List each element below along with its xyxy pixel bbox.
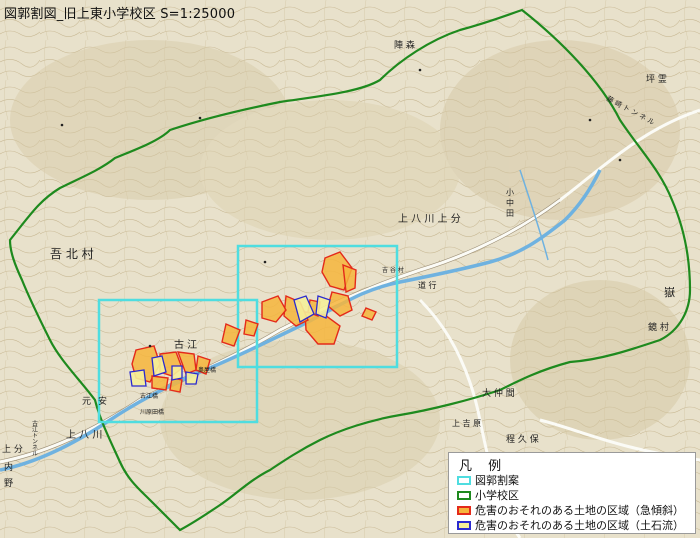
legend-item-debris-flow: 危害のおそれのある土地の区域（土石流） <box>457 517 684 533</box>
label-oshiro: 大 仲 間 <box>482 387 515 399</box>
red-orange-swatch-icon <box>457 506 471 515</box>
green-outline-swatch-icon <box>457 491 471 500</box>
label-kawanaka-bridge: 奥屋橋 <box>198 366 216 374</box>
label-kamibun: 上 分 <box>2 444 23 455</box>
label-gohoku: 吾 北 村 <box>50 247 94 261</box>
label-koe: 古 江 <box>174 338 197 351</box>
label-koe-tunnel: 古江トンネル <box>31 419 38 456</box>
label-furue-bridge: 古江橋 <box>140 392 158 400</box>
label-konaka: 小 中 田 <box>506 188 515 218</box>
label-kami-yakawa: 上 八 川 <box>66 429 102 441</box>
label-uchi: 内 <box>4 461 13 473</box>
label-ishidaki: 吉 谷 村 <box>382 266 404 274</box>
legend-label-steep-slope: 危害のおそれのある土地の区域（急傾斜） <box>475 504 684 517</box>
label-kawaharada-bridge: 川原田橋 <box>140 408 164 416</box>
legend-panel: 凡 例 図郭割案 小学校区 危害のおそれのある土地の区域（急傾斜） 危害のおそれ… <box>448 452 696 534</box>
label-an: 安 <box>98 395 107 407</box>
label-minehara: 坪 霊 <box>646 74 667 85</box>
label-kubo: 程 久 保 <box>506 433 539 445</box>
map-title: 図郭割図_旧上東小学校区 S=1:25000 <box>4 7 236 22</box>
label-moto: 元 <box>82 397 91 407</box>
legend-label-debris-flow: 危害のおそれのある土地の区域（土石流） <box>475 519 684 532</box>
label-kamiyoshihara: 上 吉 原 <box>452 419 481 428</box>
label-tsuji: 道 行 <box>418 280 437 290</box>
legend-item-school-district: 小学校区 <box>457 487 519 503</box>
legend-label-school-district: 小学校区 <box>475 489 519 502</box>
legend-item-map-sheet: 図郭割案 <box>457 472 519 488</box>
label-no: 野 <box>4 478 13 489</box>
label-hiro: 鏡 村 <box>648 321 669 333</box>
label-takamori: 陣 森 <box>394 39 415 51</box>
blue-yellow-swatch-icon <box>457 521 471 530</box>
label-dake: 嶽 <box>664 286 675 299</box>
cyan-outline-swatch-icon <box>457 476 471 485</box>
legend-item-steep-slope: 危害のおそれのある土地の区域（急傾斜） <box>457 502 684 518</box>
label-kami-yakawa-kamibun: 上 八 川 上 分 <box>398 213 461 225</box>
map-stage: 吾 北 村 上 八 川 上 分 上 八 川 古 江 元 安 上 分 内 野 大 … <box>0 0 700 538</box>
legend-label-map-sheet: 図郭割案 <box>475 474 519 487</box>
